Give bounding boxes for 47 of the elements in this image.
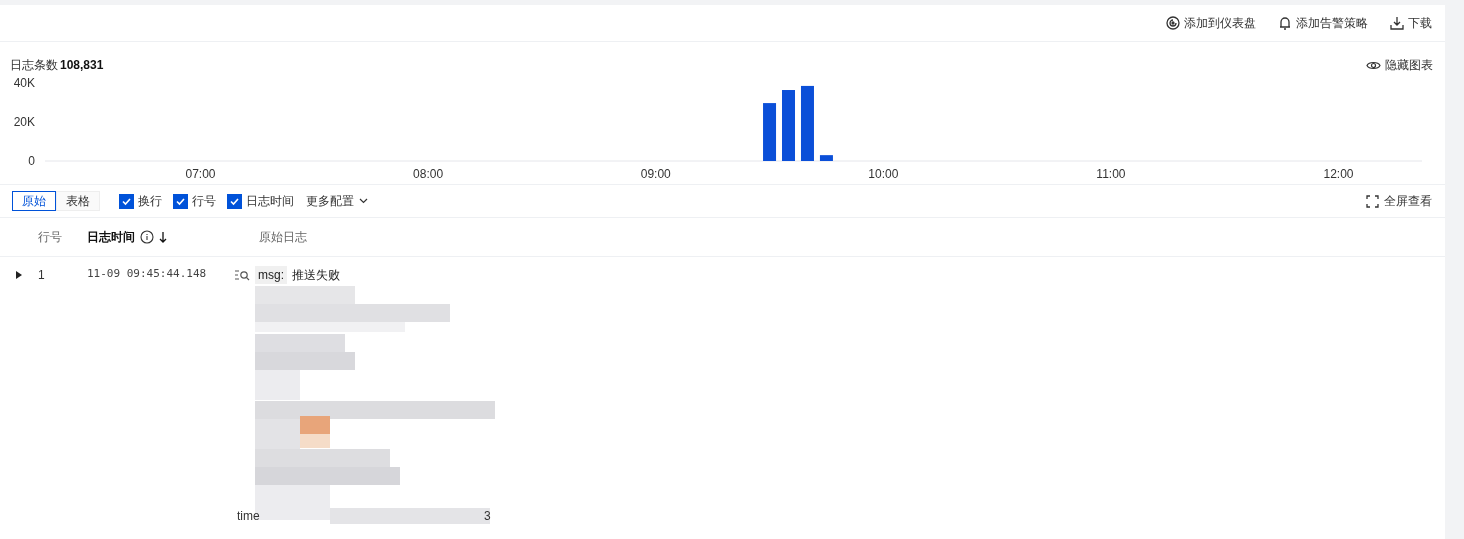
- fullscreen-icon: [1366, 194, 1379, 208]
- checkbox-label: 换行: [138, 193, 162, 210]
- y-tick-label: 0: [28, 154, 35, 168]
- checkbox-label: 日志时间: [246, 193, 294, 210]
- eye-icon: [1366, 59, 1381, 71]
- bar: [819, 155, 833, 161]
- chevron-down-icon: [359, 198, 368, 204]
- column-header[interactable]: 日志时间: [87, 228, 135, 246]
- y-tick-label: 40K: [13, 76, 35, 90]
- x-tick-label: 08:00: [413, 167, 444, 181]
- checkbox[interactable]: [119, 193, 134, 209]
- log-count: 108,831: [60, 57, 104, 74]
- download-icon: [1390, 16, 1404, 30]
- toolbar-button[interactable]: 添加告警策略: [1278, 14, 1368, 32]
- bell-icon: [1278, 16, 1292, 30]
- log-time: 11-09 09:45:44.148: [87, 266, 208, 282]
- field-value: 推送失败: [292, 267, 340, 284]
- column-header: 行号: [38, 229, 62, 246]
- hide-chart-button[interactable]: 隐藏图表: [1366, 56, 1435, 74]
- toolbar-button[interactable]: 添加到仪表盘: [1166, 14, 1256, 32]
- row-number: 1: [38, 267, 45, 284]
- view-tab[interactable]: 原始: [12, 191, 56, 211]
- search-icon[interactable]: [234, 269, 250, 281]
- x-tick-label: 10:00: [868, 167, 899, 181]
- view-tab[interactable]: 表格: [56, 191, 100, 211]
- toolbar-button[interactable]: 下载: [1390, 14, 1432, 32]
- gauge-icon: [1166, 16, 1180, 30]
- x-tick-label: 09:00: [640, 167, 671, 181]
- log-text-fragment: 3: [484, 508, 491, 524]
- checkbox[interactable]: [227, 193, 242, 209]
- caret-right-icon[interactable]: [15, 271, 23, 279]
- field-key: msg:: [255, 266, 287, 284]
- bar: [763, 103, 777, 161]
- count-label: 日志条数: [10, 57, 58, 74]
- column-header: 原始日志: [259, 229, 307, 246]
- x-tick-label: 11:00: [1096, 167, 1126, 181]
- info-icon: [140, 230, 154, 244]
- x-tick-label: 12:00: [1323, 167, 1354, 181]
- more-config-dropdown[interactable]: 更多配置: [306, 192, 368, 210]
- fullscreen-button[interactable]: 全屏查看: [1366, 192, 1432, 210]
- y-tick-label: 20K: [13, 115, 35, 129]
- bar: [782, 90, 795, 161]
- checkbox-label: 行号: [192, 193, 216, 210]
- sort-arrow-icon[interactable]: [159, 231, 167, 243]
- checkbox[interactable]: [173, 193, 188, 209]
- x-tick-label: 07:00: [185, 167, 216, 181]
- log-text-fragment: time: [237, 508, 260, 524]
